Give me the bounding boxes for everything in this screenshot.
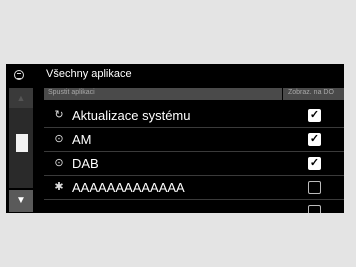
scroll-up-button[interactable]: ▲ [9, 88, 33, 108]
app-row-system-update[interactable]: ↻ Aktualizace systému ✓ [44, 104, 344, 128]
app-label: Aktualizace systému [72, 108, 191, 123]
display-checkbox[interactable]: ✓ [308, 157, 321, 170]
radio-icon: ⊙ [54, 133, 64, 145]
app-label: AM [72, 132, 92, 147]
column-header: Spustit aplikaci Zobraz. na DO [44, 88, 344, 100]
gear-icon: ✱ [54, 181, 64, 193]
display-checkbox[interactable]: ✓ [308, 133, 321, 146]
app-label: AAAAAAAAAAAAA [72, 180, 185, 195]
refresh-icon: ↻ [54, 109, 64, 121]
display-checkbox[interactable]: ✓ [308, 109, 321, 122]
display-checkbox[interactable] [308, 205, 321, 213]
app-row-am[interactable]: ⊙ AM ✓ [44, 128, 344, 152]
scrollbar[interactable]: ▲ ▼ [9, 88, 33, 212]
scroll-down-button[interactable]: ▼ [9, 190, 33, 212]
screen: Všechny aplikace Spustit aplikaci Zobraz… [6, 64, 344, 213]
column-header-launch: Spustit aplikaci [48, 89, 95, 96]
scroll-thumb[interactable] [16, 134, 28, 152]
scroll-track[interactable] [9, 108, 33, 188]
column-header-display: Zobraz. na DO [288, 89, 334, 96]
app-label: DAB [72, 156, 99, 171]
menu-icon[interactable] [14, 70, 24, 80]
app-row-dab[interactable]: ⊙ DAB ✓ [44, 152, 344, 176]
app-row-aaaa[interactable]: ✱ AAAAAAAAAAAAA [44, 176, 344, 200]
header-bar: Všechny aplikace [6, 64, 344, 86]
display-checkbox[interactable] [308, 181, 321, 194]
column-divider [282, 88, 283, 100]
page-title: Všechny aplikace [46, 68, 132, 80]
app-row-partial[interactable] [44, 200, 344, 213]
radio-icon: ⊙ [54, 157, 64, 169]
